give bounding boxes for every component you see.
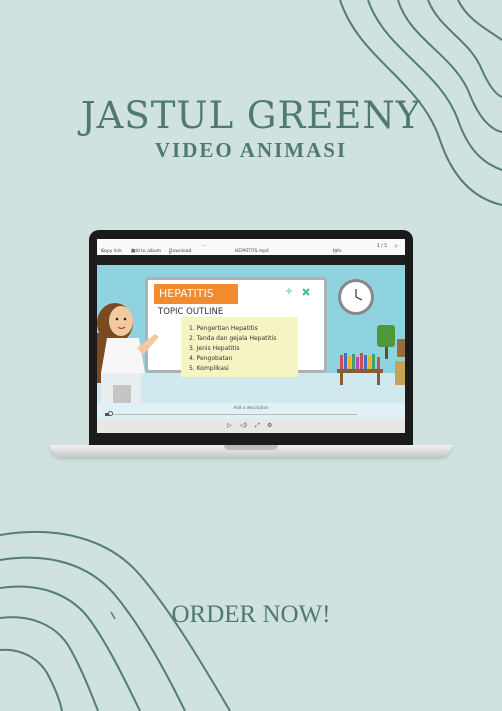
list-item: 1. Pengertian Hepatitis: [189, 325, 258, 332]
headline: JASTUL GREENY: [80, 94, 422, 137]
laptop-notch: [224, 445, 278, 450]
fullscreen-icon[interactable]: ⤢: [255, 422, 260, 430]
list-item: 4. Pengobatan: [189, 355, 233, 362]
page-counter: 1 / 5: [377, 244, 388, 249]
progress-handle[interactable]: [108, 411, 114, 416]
laptop-screen: ∞ Copy link ▦ Add to album ⤓ Download ··…: [97, 239, 405, 433]
caption-bar[interactable]: Add a description: [97, 403, 405, 419]
order-now-button[interactable]: ORDER NOW!: [0, 601, 502, 629]
shelf-plant-icon: [337, 325, 405, 385]
topic-list: 1. Pengertian Hepatitis 2. Tanda dan gej…: [181, 317, 298, 377]
more-button[interactable]: ···: [202, 244, 206, 249]
play-icon[interactable]: ▷: [227, 422, 232, 429]
caption-input[interactable]: Add a description: [97, 405, 405, 410]
viewer-toolbar: ∞ Copy link ▦ Add to album ⤓ Download ··…: [97, 239, 405, 255]
list-item: 5. Komplikasi: [189, 365, 229, 372]
teacher-character-icon: [97, 303, 159, 403]
video-frame[interactable]: HEPATITIS TOPIC OUTLINE 1. Pengertian He…: [97, 265, 405, 403]
subheadline: VIDEO ANIMASI: [154, 138, 348, 162]
volume-icon[interactable]: ◁): [240, 422, 247, 429]
progress-track[interactable]: [105, 414, 357, 415]
clock-icon: [338, 279, 374, 315]
list-item: 2. Tanda dan gejala Hepatitis: [189, 335, 277, 342]
sparkle-icon: [286, 288, 310, 296]
settings-icon[interactable]: ⚙: [267, 422, 272, 429]
next-icon[interactable]: ▷: [395, 244, 398, 249]
player-controls: ▷ ◁) ⤢ ⚙: [97, 419, 405, 433]
list-item: 3. Jenis Hepatitis: [189, 345, 240, 352]
